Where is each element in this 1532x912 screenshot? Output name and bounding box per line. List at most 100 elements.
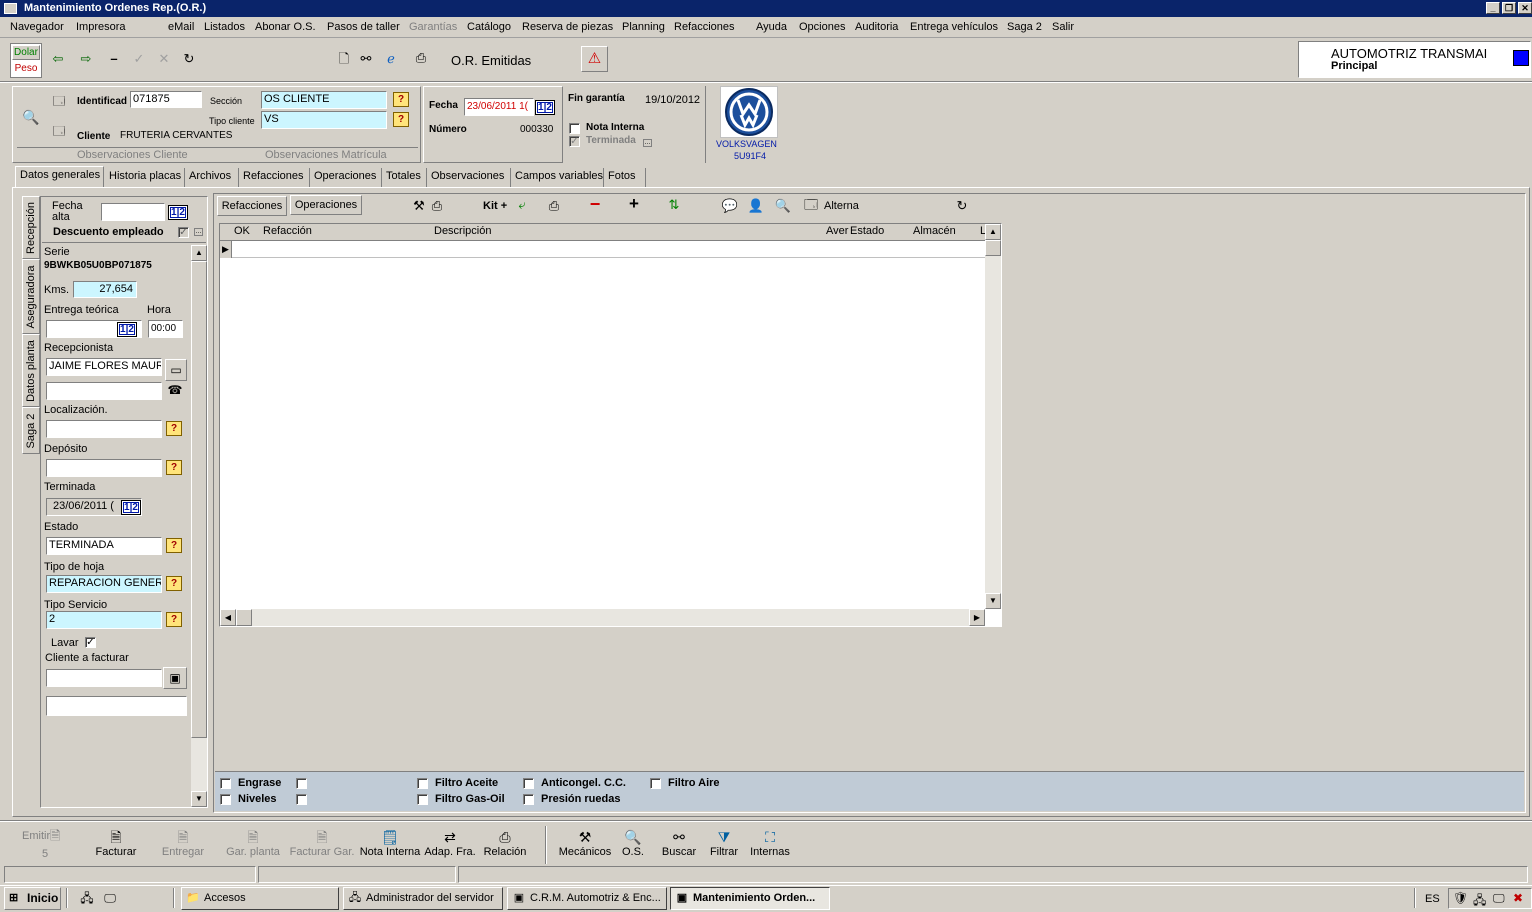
tab-campos-variables[interactable]: Campos variables xyxy=(511,168,604,187)
printer2-icon[interactable]: ⎙ xyxy=(545,198,563,214)
reload-icon[interactable]: ↻ xyxy=(954,198,970,214)
close-button[interactable]: ✕ xyxy=(1518,2,1532,14)
entregar-button[interactable]: 🗎 Entregar xyxy=(158,828,208,858)
internas-button[interactable]: ⛶ Internas xyxy=(748,828,792,858)
facturar-gar-button[interactable]: 🗎 Facturar Gar. xyxy=(288,828,356,858)
menu-impresora[interactable]: Impresora xyxy=(76,21,126,33)
arrow-right-icon[interactable]: ⇨ xyxy=(78,51,94,67)
printer-icon[interactable]: ⎙ xyxy=(412,50,430,66)
relacion-button[interactable]: ⎙ Relación xyxy=(482,828,528,858)
grid-vscroll-thumb[interactable] xyxy=(985,240,1001,256)
menu-garantias[interactable]: Garantías xyxy=(409,21,457,33)
alterna-icon[interactable]: 🗔 xyxy=(801,197,821,213)
remove-icon[interactable]: − xyxy=(585,195,605,213)
terminada-calendar-icon[interactable]: 1|2 xyxy=(121,500,141,515)
identificador-field[interactable]: 071875 xyxy=(130,91,202,108)
filtro-aceite-checkbox[interactable] xyxy=(417,778,428,789)
col-refaccion[interactable]: Refacción xyxy=(263,225,312,237)
task-admin-servidor[interactable]: 🖧 Administrador del servidor xyxy=(343,887,503,910)
left-panel-scrollbar[interactable]: ▲ ▼ xyxy=(191,245,207,807)
filtrar-button[interactable]: ⧩ Filtrar xyxy=(706,828,742,858)
obs-matricula-button[interactable]: Observaciones Matrícula xyxy=(265,149,387,161)
menu-saga2[interactable]: Saga 2 xyxy=(1007,21,1042,33)
grid-scroll-down-icon[interactable]: ▼ xyxy=(985,593,1001,609)
tab-datos-generales[interactable]: Datos generales xyxy=(15,166,104,187)
swap-icon[interactable]: ⇅ xyxy=(664,197,684,213)
kms-field[interactable]: 27,654 xyxy=(73,281,137,298)
deposito-field[interactable] xyxy=(46,459,162,477)
tab-observaciones[interactable]: Observaciones xyxy=(427,168,511,187)
entrega-calendar-icon[interactable]: 1|2 xyxy=(117,322,137,337)
hora-field[interactable]: 00:00 xyxy=(148,320,183,338)
recepcionista-field[interactable]: JAIME FLORES MAUR xyxy=(46,358,162,376)
col-descripcion[interactable]: Descripción xyxy=(434,225,491,237)
menu-catalogo[interactable]: Catálogo xyxy=(467,21,511,33)
arrow-left-icon[interactable]: ⇦ xyxy=(50,51,66,67)
menu-opciones[interactable]: Opciones xyxy=(799,21,845,33)
menu-listados[interactable]: Listados xyxy=(204,21,245,33)
engrase-checkbox[interactable] xyxy=(220,778,231,789)
security-tray-icon[interactable]: 🛡 xyxy=(1453,891,1468,905)
minus-icon[interactable]: – xyxy=(106,51,122,67)
terminada-more-button[interactable]: ... xyxy=(643,139,652,147)
menu-refacciones[interactable]: Refacciones xyxy=(674,21,735,33)
terminada-checkbox[interactable]: ✓ xyxy=(569,136,580,147)
col-almacen[interactable]: Almacén xyxy=(913,225,956,237)
print-list-icon[interactable]: ⎙ xyxy=(428,198,446,214)
col-aver[interactable]: Aver xyxy=(826,225,848,237)
nota-interna-checkbox[interactable] xyxy=(569,123,580,134)
nota-interna-button[interactable]: 🗒 Nota Interna xyxy=(358,828,422,858)
client-lookup-icon[interactable]: 🗔 xyxy=(49,123,69,139)
fecha-calendar-icon[interactable]: 1|2 xyxy=(535,100,555,115)
grid-vscrollbar[interactable]: ▲ ▼ xyxy=(985,224,1001,609)
tab-totales[interactable]: Totales xyxy=(382,168,427,187)
browser-icon[interactable]: ℯ xyxy=(383,51,399,67)
seccion-lookup-icon[interactable]: ? xyxy=(393,92,409,107)
cliente-facturar-field[interactable] xyxy=(46,669,162,687)
grid-hscroll-thumb[interactable] xyxy=(236,609,252,626)
grid-scroll-left-icon[interactable]: ◀ xyxy=(220,609,236,626)
fecha-alta-field[interactable] xyxy=(101,203,165,221)
side-tab-aseguradora[interactable]: Aseguradora xyxy=(22,259,40,334)
localizacion-field[interactable] xyxy=(46,420,162,438)
recepcionista-extra-field[interactable] xyxy=(46,382,162,400)
tipo-servicio-lookup-icon[interactable]: ? xyxy=(166,612,182,627)
side-tab-recepcion[interactable]: Recepción xyxy=(22,196,40,259)
lavar-checkbox[interactable]: ✓ xyxy=(85,637,96,648)
descuento-more-button[interactable]: ... xyxy=(194,228,203,236)
tab-archivos[interactable]: Archivos xyxy=(185,168,239,187)
alert-tray-icon[interactable]: ✖ xyxy=(1513,891,1523,905)
comment-icon[interactable]: 💬 xyxy=(721,198,739,214)
descuento-checkbox[interactable]: ✓ xyxy=(178,227,189,238)
search-icon[interactable]: 🔍 xyxy=(774,198,792,214)
tipo-cliente-lookup-icon[interactable]: ? xyxy=(393,112,409,127)
warning-button[interactable]: ⚠ xyxy=(581,46,608,72)
minimize-button[interactable]: _ xyxy=(1486,2,1500,14)
seccion-field[interactable]: OS CLIENTE xyxy=(261,91,387,109)
network-tray-icon[interactable]: 🖧 xyxy=(1473,891,1486,912)
currency-dolar-button[interactable]: Dolar xyxy=(12,45,40,60)
tab-operaciones[interactable]: Operaciones xyxy=(310,168,382,187)
adap-fra-button[interactable]: ⇄ Adap. Fra. xyxy=(423,828,477,858)
tab-historia-placas[interactable]: Historia placas xyxy=(105,168,185,187)
server-manager-quick-icon[interactable]: 🖧 xyxy=(78,890,96,906)
menu-planning[interactable]: Planning xyxy=(622,21,665,33)
filtro-gasoil-checkbox[interactable] xyxy=(417,794,428,805)
language-indicator[interactable]: ES xyxy=(1425,893,1440,905)
engrase-extra-checkbox[interactable] xyxy=(296,778,307,789)
subtab-refacciones[interactable]: Refacciones xyxy=(217,196,287,216)
refresh-icon[interactable]: ↻ xyxy=(181,51,197,67)
gar-planta-button[interactable]: 🗎 Gar. planta xyxy=(223,828,283,858)
tipo-hoja-field[interactable]: REPARACION GENER xyxy=(46,575,162,593)
obs-cliente-button[interactable]: Observaciones Cliente xyxy=(77,149,188,161)
scroll-thumb[interactable] xyxy=(191,261,207,738)
col-estado[interactable]: Estado xyxy=(850,225,884,237)
subtab-operaciones[interactable]: Operaciones xyxy=(290,195,362,215)
kit-plus-button[interactable]: Kit + xyxy=(483,200,507,212)
menu-salir[interactable]: Salir xyxy=(1052,21,1074,33)
facturar-button[interactable]: 🗎 Facturar xyxy=(91,828,141,858)
menu-reserva-piezas[interactable]: Reserva de piezas xyxy=(522,21,613,33)
tab-refacciones[interactable]: Refacciones xyxy=(239,168,310,187)
table-row[interactable]: ▶ xyxy=(220,241,985,258)
grid-scroll-right-icon[interactable]: ▶ xyxy=(969,609,985,626)
